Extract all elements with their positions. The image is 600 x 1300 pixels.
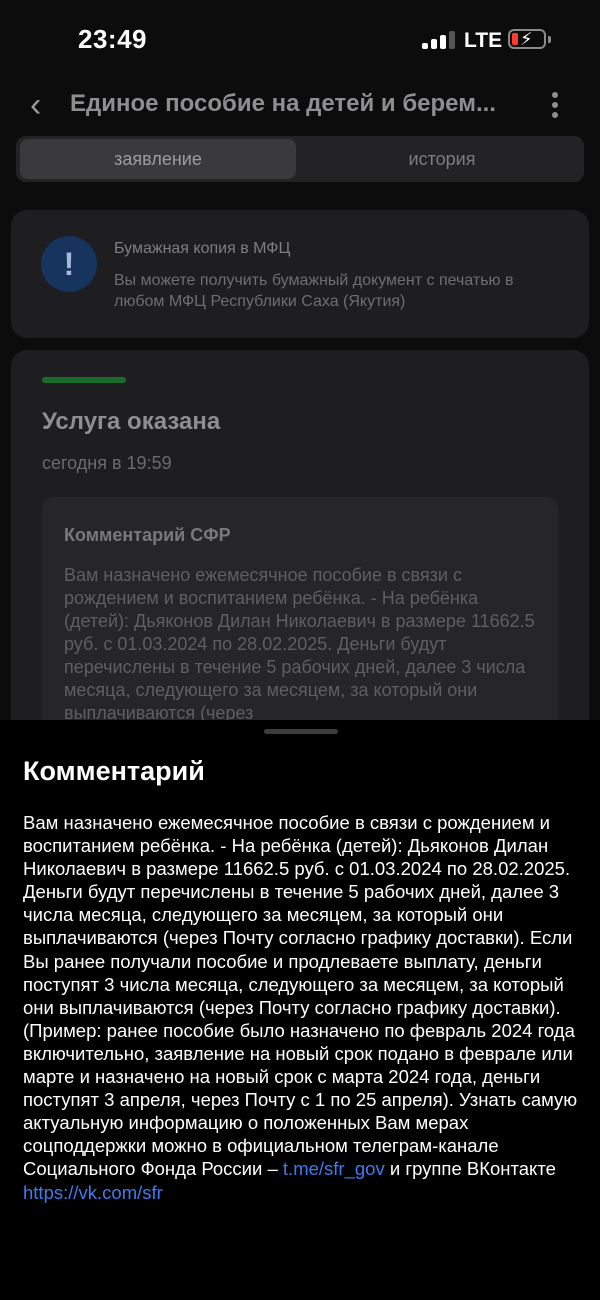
sfr-comment-box[interactable]: Комментарий СФР Вам назначено ежемесячно… (42, 497, 558, 757)
page-title: Единое пособие на детей и берем... (70, 90, 496, 117)
paper-copy-card: ! Бумажная копия в МФЦ Вы можете получит… (11, 210, 589, 338)
sheet-grabber[interactable] (264, 729, 338, 734)
signal-icon (422, 31, 456, 49)
service-status-card: Услуга оказана сегодня в 19:59 Комментар… (11, 350, 589, 757)
status-time: 23:49 (78, 24, 147, 54)
sfr-comment-preview: Вам назначено ежемесячное пособие в связ… (64, 565, 535, 723)
status-accent-bar (42, 377, 126, 383)
segmented-tabs: заявление история (16, 136, 584, 182)
network-label: LTE (464, 29, 503, 52)
tab-application[interactable]: заявление (20, 139, 296, 179)
back-arrow-icon[interactable]: ‹ (30, 88, 60, 122)
telegram-link[interactable]: t.me/sfr_gov (283, 1158, 385, 1179)
exclamation-icon: ! (41, 236, 97, 292)
sheet-title: Комментарий (23, 756, 205, 786)
paper-copy-title: Бумажная копия в МФЦ (114, 240, 291, 257)
app-screen: 23:49 LTE ⚡ ‹ Единое пособие на детей и … (0, 0, 600, 1300)
battery-tip (548, 36, 551, 43)
tab-history[interactable]: история (304, 139, 580, 179)
sfr-comment-title: Комментарий СФР (64, 525, 231, 545)
sheet-text-mid: и группе ВКонтакте (384, 1158, 556, 1180)
paper-copy-text: Вы можете получить бумажный документ с п… (114, 272, 514, 310)
sheet-comment-text: Вам назначено ежемесячное пособие в связ… (23, 811, 579, 1204)
sheet-text-main: Вам назначено ежемесячное пособие в связ… (23, 812, 578, 1180)
status-bar: 23:49 LTE ⚡ (0, 0, 600, 80)
vk-link[interactable]: https://vk.com/sfr (23, 1182, 163, 1203)
service-status-title: Услуга оказана (42, 408, 221, 435)
comment-bottom-sheet: Комментарий Вам назначено ежемесячное по… (0, 720, 600, 1300)
service-status-date: сегодня в 19:59 (42, 453, 172, 473)
more-options-icon[interactable] (552, 92, 562, 118)
battery-icon: ⚡ (508, 29, 546, 49)
